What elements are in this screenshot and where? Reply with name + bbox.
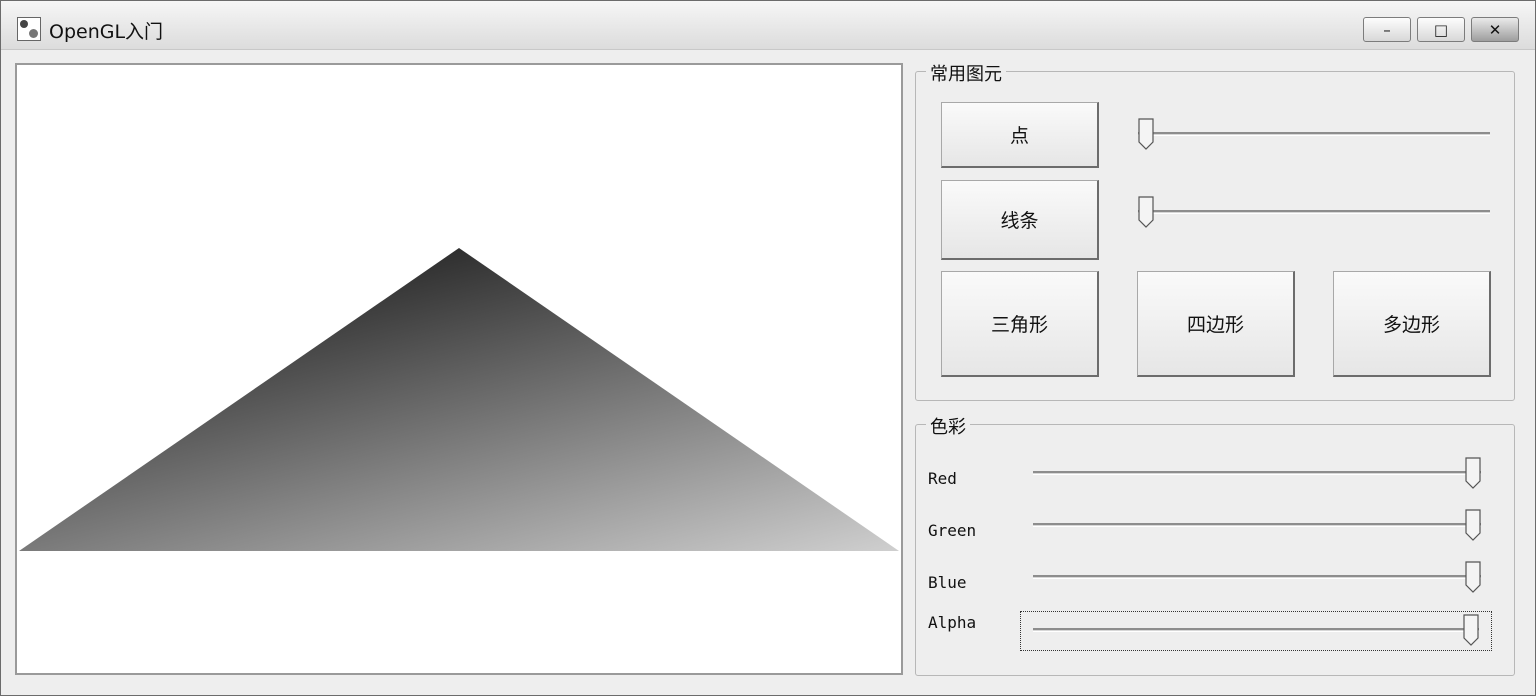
app-window: OpenGL入门 – □ ✕ 常用图元 点 线条 三角形 四边形 多边形 色彩 … [0, 0, 1536, 696]
title-bar[interactable]: OpenGL入门 – □ ✕ [1, 1, 1535, 50]
slider-thumb[interactable] [1138, 196, 1154, 228]
slider-track [1033, 628, 1479, 632]
color-legend: 色彩 [926, 413, 970, 439]
color-group: 色彩 Red Green Blue Alpha [915, 413, 1515, 676]
quad-button[interactable]: 四边形 [1137, 271, 1295, 377]
slider-thumb[interactable] [1465, 561, 1481, 593]
close-button[interactable]: ✕ [1471, 17, 1519, 42]
slider-track [1138, 132, 1490, 136]
alpha-slider[interactable] [1020, 611, 1492, 651]
red-label: Red [928, 469, 957, 488]
slider-thumb[interactable] [1465, 457, 1481, 489]
slider-track [1033, 471, 1481, 475]
point-size-slider[interactable] [1138, 118, 1490, 152]
line-width-slider[interactable] [1138, 196, 1490, 230]
slider-track [1033, 523, 1481, 527]
blue-slider[interactable] [1033, 561, 1481, 595]
window-title: OpenGL入门 [49, 21, 164, 43]
slider-track [1033, 575, 1481, 579]
primitives-group: 常用图元 点 线条 三角形 四边形 多边形 [915, 60, 1515, 401]
primitives-legend: 常用图元 [926, 60, 1006, 86]
slider-thumb[interactable] [1465, 509, 1481, 541]
slider-thumb[interactable] [1138, 118, 1154, 150]
minimize-button[interactable]: – [1363, 17, 1411, 42]
point-button[interactable]: 点 [941, 102, 1099, 168]
alpha-label: Alpha [928, 613, 977, 632]
green-slider[interactable] [1033, 509, 1481, 543]
render-surface [19, 248, 899, 551]
slider-track [1138, 210, 1490, 214]
green-label: Green [928, 521, 977, 540]
blue-label: Blue [928, 573, 967, 592]
opengl-canvas[interactable] [15, 63, 903, 675]
triangle-button[interactable]: 三角形 [941, 271, 1099, 377]
red-slider[interactable] [1033, 457, 1481, 491]
maximize-button[interactable]: □ [1417, 17, 1465, 42]
slider-thumb[interactable] [1463, 614, 1479, 646]
app-icon[interactable] [17, 17, 41, 41]
line-button[interactable]: 线条 [941, 180, 1099, 260]
polygon-button[interactable]: 多边形 [1333, 271, 1491, 377]
rendered-triangle [19, 248, 899, 551]
